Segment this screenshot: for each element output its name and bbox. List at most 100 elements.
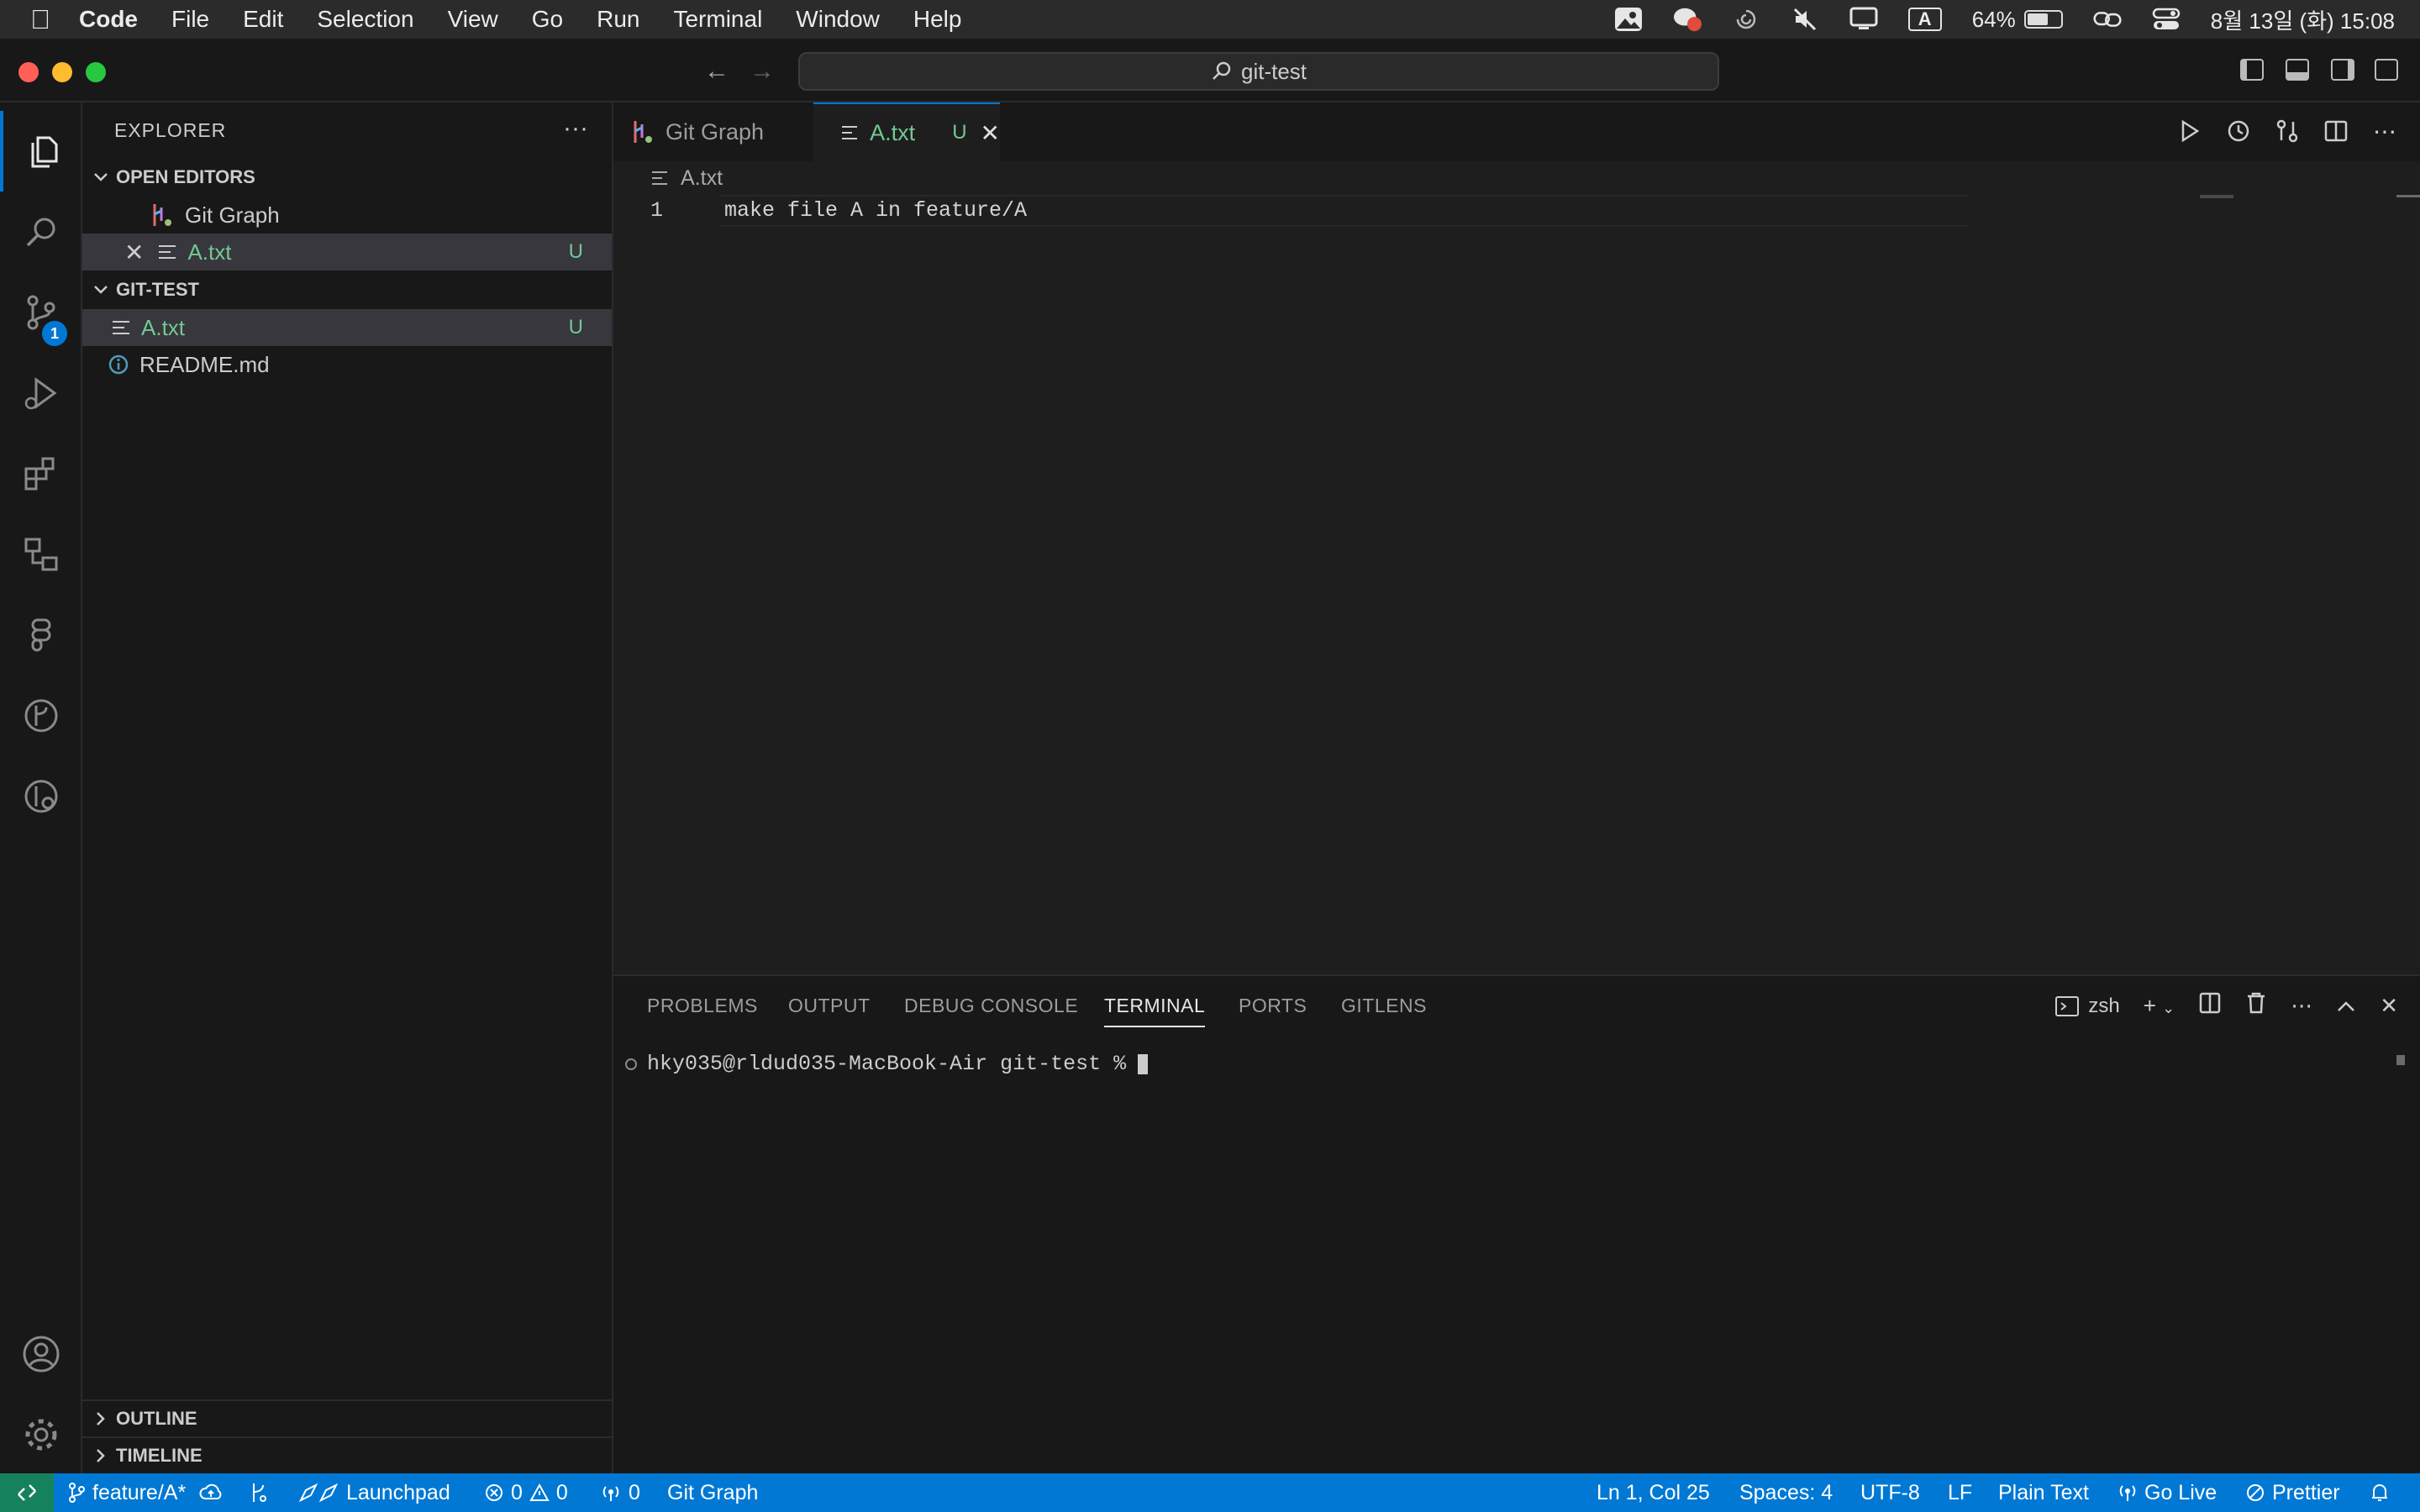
remote-explorer-icon[interactable] <box>0 514 82 595</box>
encoding-indicator[interactable]: UTF-8 <box>1860 1473 1920 1512</box>
tab-a-txt[interactable]: A.txt U ✕ <box>813 102 1000 161</box>
code-line[interactable]: make file A in feature/A <box>724 198 1027 223</box>
file-item-readme[interactable]: README.md <box>82 346 612 383</box>
search-icon[interactable] <box>0 192 82 272</box>
extensions-icon[interactable] <box>0 433 82 514</box>
more-actions-icon[interactable]: ⋯ <box>2371 118 2398 144</box>
forward-arrow-icon[interactable]: → <box>750 57 775 86</box>
menu-file[interactable]: File <box>171 6 209 33</box>
branch-indicator[interactable]: feature/A* <box>67 1473 223 1512</box>
zoom-window-button[interactable] <box>86 62 106 82</box>
back-arrow-icon[interactable]: ← <box>704 57 729 86</box>
indentation-indicator[interactable]: Spaces: 4 <box>1739 1473 1833 1512</box>
manage-gear-icon[interactable] <box>0 1394 82 1475</box>
photo-icon[interactable] <box>1614 8 1643 31</box>
menu-run[interactable]: Run <box>597 6 639 33</box>
close-panel-icon[interactable]: ✕ <box>2380 993 2398 1019</box>
menu-help[interactable]: Help <box>913 6 962 33</box>
customize-layout-icon[interactable] <box>2375 59 2398 81</box>
breadcrumb[interactable]: A.txt <box>613 161 2420 195</box>
split-editor-icon[interactable] <box>2323 118 2349 144</box>
input-source-icon[interactable]: A <box>1907 8 1942 31</box>
maximize-panel-icon[interactable] <box>2336 993 2356 1019</box>
tab-git-graph[interactable]: Git Graph <box>613 102 813 161</box>
git-graph-status-icon[interactable] <box>249 1473 269 1512</box>
menu-terminal[interactable]: Terminal <box>673 6 762 33</box>
control-center-icon[interactable] <box>2152 8 2181 31</box>
close-tab-icon[interactable]: ✕ <box>981 119 1000 147</box>
outline-section-header[interactable]: OUTLINE <box>82 1399 612 1436</box>
link-icon[interactable] <box>2093 8 2122 31</box>
menu-go[interactable]: Go <box>532 6 563 33</box>
explorer-icon[interactable] <box>0 111 82 192</box>
display-icon[interactable] <box>1849 7 1878 31</box>
panel-tab-ports[interactable]: PORTS <box>1239 995 1307 1017</box>
menu-window[interactable]: Window <box>796 6 880 33</box>
more-actions-icon[interactable]: ⋯ <box>2291 993 2312 1019</box>
git-graph-status-button[interactable]: Git Graph <box>667 1473 758 1512</box>
kill-terminal-icon[interactable] <box>2245 991 2267 1021</box>
ports-indicator[interactable]: 0 <box>600 1473 640 1512</box>
panel-tab-output[interactable]: OUTPUT <box>788 995 871 1017</box>
remote-indicator[interactable] <box>0 1473 54 1512</box>
language-mode[interactable]: Plain Text <box>1998 1473 2089 1512</box>
menu-view[interactable]: View <box>448 6 498 33</box>
menu-app-name[interactable]: Code <box>79 6 138 33</box>
text-editor[interactable]: 1 make file A in feature/A <box>613 195 2420 974</box>
problems-indicator[interactable]: 0 0 <box>484 1473 568 1512</box>
split-terminal-icon[interactable] <box>2198 991 2222 1021</box>
figma-icon[interactable] <box>0 595 82 675</box>
apple-menu-icon[interactable]:  <box>30 4 50 35</box>
chat-notification-icon[interactable] <box>1673 8 1702 32</box>
cursor-position[interactable]: Ln 1, Col 25 <box>1597 1473 1710 1512</box>
run-and-debug-icon[interactable] <box>0 353 82 433</box>
panel-actions: zsh + ⌄ ⋯ ✕ <box>2054 991 2398 1021</box>
menu-selection[interactable]: Selection <box>317 6 413 33</box>
notifications-bell[interactable] <box>2370 1473 2390 1512</box>
panel-tab-terminal[interactable]: TERMINAL <box>1104 995 1206 1027</box>
clock[interactable]: 8월 13일 (화) 15:08 <box>2211 4 2395 35</box>
eol-indicator[interactable]: LF <box>1948 1473 1972 1512</box>
file-history-icon[interactable] <box>2225 118 2252 144</box>
git-test-folder-header[interactable]: GIT-TEST <box>82 272 612 307</box>
toggle-panel-icon[interactable] <box>2286 59 2309 81</box>
gitlens-icon[interactable] <box>0 756 82 837</box>
new-terminal-icon[interactable]: + ⌄ <box>2144 993 2175 1019</box>
git-graph-activity-icon[interactable] <box>0 675 82 756</box>
minimize-window-button[interactable] <box>52 62 72 82</box>
mute-icon[interactable] <box>1791 8 1819 31</box>
open-editors-section-header[interactable]: OPEN EDITORS <box>82 160 612 195</box>
panel-tab-debug-console[interactable]: DEBUG CONSOLE <box>904 995 1078 1017</box>
menu-edit[interactable]: Edit <box>243 6 283 33</box>
prettier-button[interactable]: Prettier <box>2245 1473 2340 1512</box>
open-editor-item-git-graph[interactable]: Git Graph <box>82 197 612 234</box>
close-editor-icon[interactable]: ✕ <box>124 239 144 266</box>
toggle-primary-sidebar-icon[interactable] <box>2240 59 2264 81</box>
terminal-prompt: hky035@rldud035-MacBook-Air git-test % <box>647 1052 1127 1076</box>
swirl-icon[interactable] <box>1732 8 1760 31</box>
source-control-icon[interactable]: 1 <box>0 272 82 353</box>
command-center-search[interactable]: git-test <box>798 52 1719 91</box>
battery-status[interactable]: 64% <box>1972 7 2063 33</box>
sidebar-more-actions[interactable]: ··· <box>563 114 588 143</box>
terminal-scrollbar[interactable] <box>2396 1055 2405 1065</box>
terminal-shell-selector[interactable]: zsh <box>2054 995 2120 1018</box>
remote-icon <box>18 1484 36 1501</box>
launchpad-button[interactable]: Launchpad <box>297 1473 450 1512</box>
minimap[interactable] <box>2200 195 2233 198</box>
compare-changes-icon[interactable] <box>2274 118 2301 144</box>
accounts-icon[interactable] <box>0 1314 82 1394</box>
editor-scrollbar[interactable] <box>2396 195 2420 197</box>
close-window-button[interactable] <box>18 62 39 82</box>
panel-tab-gitlens[interactable]: GITLENS <box>1341 995 1427 1017</box>
run-icon[interactable] <box>2176 118 2203 144</box>
panel-tab-problems[interactable]: PROBLEMS <box>647 995 758 1017</box>
go-live-button[interactable]: Go Live <box>2118 1473 2217 1512</box>
error-count: 0 <box>511 1480 523 1504</box>
timeline-section-header[interactable]: TIMELINE <box>82 1436 612 1473</box>
terminal-output[interactable]: hky035@rldud035-MacBook-Air git-test % <box>625 1052 1149 1076</box>
file-item-a-txt[interactable]: A.txt U <box>82 309 612 346</box>
toggle-secondary-sidebar-icon[interactable] <box>2331 59 2354 81</box>
open-editor-item-a-txt[interactable]: ✕ A.txt U <box>82 234 612 270</box>
breadcrumb-file[interactable]: A.txt <box>681 166 723 191</box>
